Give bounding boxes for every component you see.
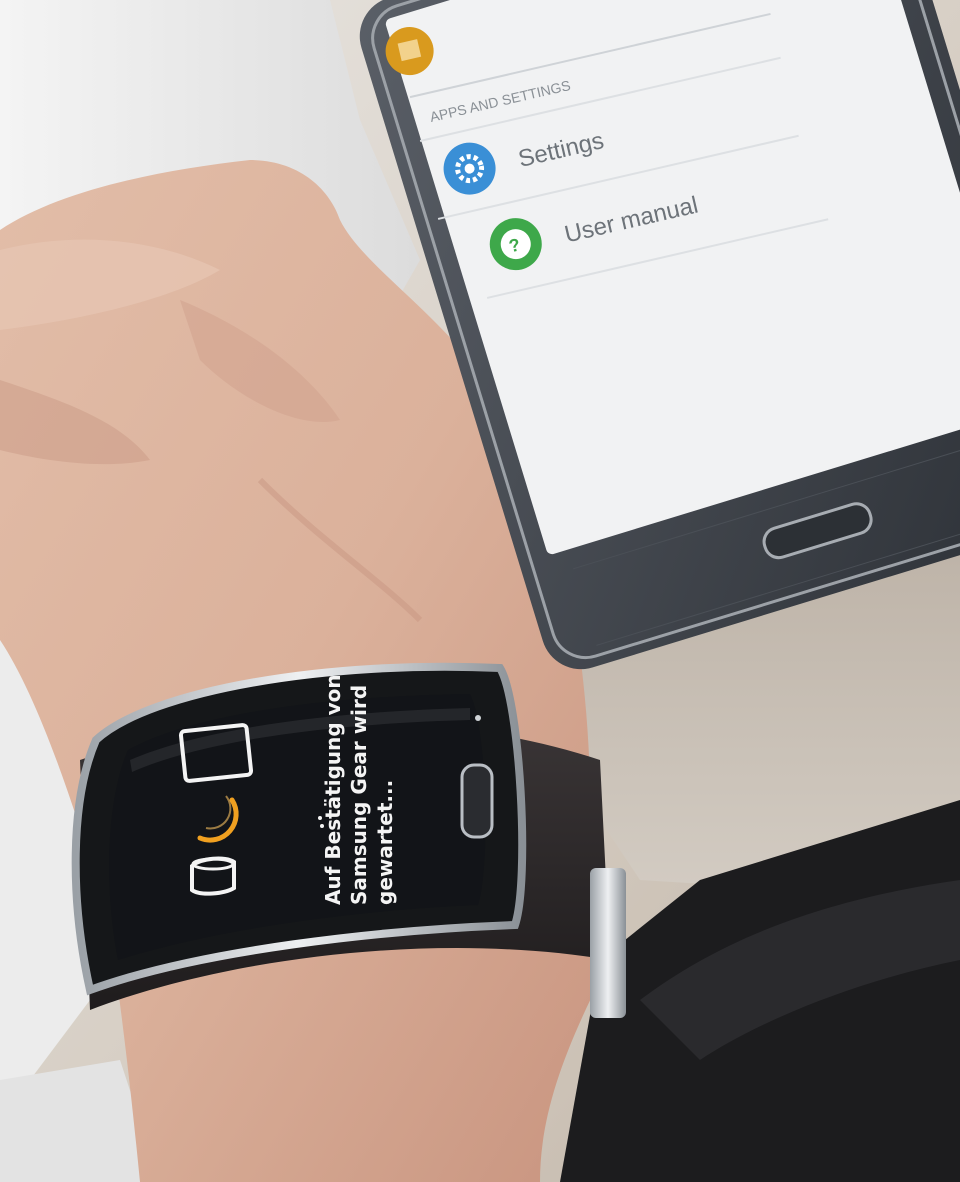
- watch-message-line-1: Auf Bestätigung von: [321, 674, 345, 905]
- photo-illustration: APPS AND SETTINGS Settings ? User manual: [0, 0, 960, 1182]
- watch-clasp: [590, 868, 626, 1018]
- watch-sensor: [475, 715, 481, 721]
- watch-message-line-3: gewartet...: [373, 780, 397, 905]
- watch-home-button[interactable]: [460, 763, 494, 839]
- photo-scene: APPS AND SETTINGS Settings ? User manual: [0, 0, 960, 1182]
